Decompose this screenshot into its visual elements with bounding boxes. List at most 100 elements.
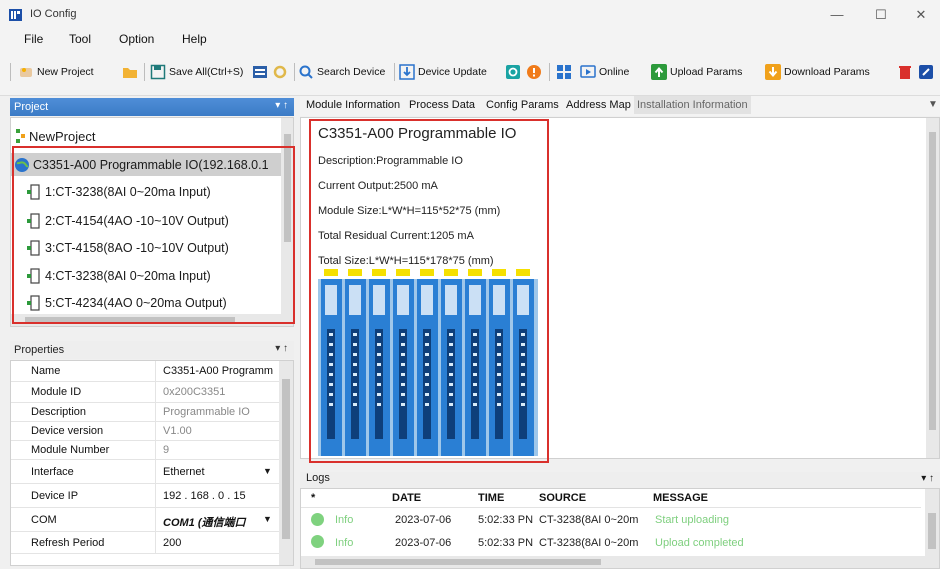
device-update-label: Device Update xyxy=(418,66,487,78)
property-key: Device IP xyxy=(31,490,79,502)
close-button[interactable]: ✕ xyxy=(906,5,936,25)
main-scrollbar-thumb[interactable] xyxy=(929,132,936,430)
log-level: Info xyxy=(335,537,354,549)
online-button[interactable]: Online xyxy=(580,62,629,82)
project-scrollbar-thumb[interactable] xyxy=(284,134,291,242)
property-key: Description xyxy=(31,406,87,418)
property-row[interactable]: Device IP 192 . 168 . 0 . 15 xyxy=(11,484,279,508)
save-all-button[interactable]: Save All(Ctrl+S) xyxy=(150,62,243,82)
new-project-button[interactable]: New Project xyxy=(18,62,94,82)
properties-scrollbar-thumb[interactable] xyxy=(282,379,290,539)
chevron-down-icon[interactable]: ▼ xyxy=(263,466,272,476)
tab-config-params[interactable]: Config Params xyxy=(486,99,559,111)
tree-module-label: 3:CT-4158(8AO -10~10V Output) xyxy=(45,241,229,255)
maximize-button[interactable]: ☐ xyxy=(866,5,896,25)
menu-option[interactable]: Option xyxy=(119,32,154,46)
property-row[interactable]: Refresh Period 200 xyxy=(11,532,279,554)
globe-icon xyxy=(15,157,29,172)
project-hscrollbar-thumb[interactable] xyxy=(25,317,235,323)
logs-panel-pin-icon[interactable]: ▾ ↑ xyxy=(921,473,934,484)
property-key: Interface xyxy=(31,466,74,478)
property-row[interactable]: Device version V1.00 xyxy=(11,422,279,443)
properties-panel-pin-icon[interactable]: ▾ ↑ xyxy=(275,343,288,354)
logs-col-star[interactable]: * xyxy=(311,492,315,504)
title-bar: IO Config — ☐ ✕ xyxy=(0,0,940,30)
search-icon xyxy=(299,65,313,79)
module-icon xyxy=(27,268,40,284)
property-value: 9 xyxy=(163,444,170,456)
log-time: 5:02:33 PN xyxy=(478,514,534,526)
project-hscrollbar[interactable] xyxy=(11,314,281,326)
device-start-button[interactable] xyxy=(505,62,524,82)
toolbar-separator xyxy=(394,63,395,81)
tab-overflow-icon[interactable]: ▼ xyxy=(928,99,938,110)
tree-module-node[interactable]: 3:CT-4158(8AO -10~10V Output) xyxy=(26,240,229,256)
upload-params-button[interactable]: Upload Params xyxy=(651,62,742,82)
tab-process-data[interactable]: Process Data xyxy=(409,99,475,111)
export-button[interactable] xyxy=(918,62,937,82)
device-update-button[interactable]: Device Update xyxy=(399,62,487,82)
tree-device-node[interactable]: C3351-A00 Programmable IO(192.168.0.1 xyxy=(11,153,293,176)
toolbar: New Project Save All(Ctrl+S) Search Devi… xyxy=(0,50,940,96)
tab-module-information[interactable]: Module Information xyxy=(306,99,400,111)
device-list-button[interactable] xyxy=(252,62,271,82)
tab-installation-information[interactable]: Installation Information xyxy=(634,96,751,114)
log-date: 2023-07-06 xyxy=(395,537,452,549)
logs-col-message[interactable]: MESSAGE xyxy=(653,492,708,504)
minimize-button[interactable]: — xyxy=(822,5,852,25)
project-panel-pin-icon[interactable]: ▾ ↑ xyxy=(275,100,288,111)
main-scrollbar[interactable] xyxy=(926,118,939,458)
gear-icon xyxy=(273,65,287,79)
toolbar-separator xyxy=(144,63,145,81)
info-status-icon xyxy=(311,513,324,526)
tab-address-map[interactable]: Address Map xyxy=(566,99,631,111)
search-device-button[interactable]: Search Device xyxy=(298,62,385,82)
com-select[interactable]: COM1 (通信端口 xyxy=(163,514,246,530)
logs-col-time[interactable]: TIME xyxy=(478,492,504,504)
refresh-period-field[interactable]: 200 xyxy=(163,537,181,549)
property-row[interactable]: Module Number 9 xyxy=(11,441,279,462)
menu-help[interactable]: Help xyxy=(182,32,207,46)
property-row[interactable]: Module ID 0x200C3351 xyxy=(11,382,279,403)
app-window: IO Config — ☐ ✕ File Tool Option Help Ne… xyxy=(0,0,940,569)
property-value: V1.00 xyxy=(163,425,192,437)
delete-button[interactable] xyxy=(897,62,916,82)
logs-scrollbar[interactable] xyxy=(925,489,939,568)
new-project-label: New Project xyxy=(37,66,94,78)
project-scrollbar[interactable] xyxy=(281,118,293,326)
tree-module-node[interactable]: 5:CT-4234(4AO 0~20ma Output) xyxy=(26,295,227,311)
menu-tool[interactable]: Tool xyxy=(69,32,91,46)
download-params-button[interactable]: Download Params xyxy=(765,62,870,82)
property-row[interactable]: Interface Ethernet ▼ xyxy=(11,460,279,484)
property-value: 0x200C3351 xyxy=(163,386,226,398)
download-params-label: Download Params xyxy=(784,66,870,78)
menu-file[interactable]: File xyxy=(24,32,43,46)
open-button[interactable] xyxy=(122,62,141,82)
logs-col-source[interactable]: SOURCE xyxy=(539,492,586,504)
logs-col-date[interactable]: DATE xyxy=(392,492,421,504)
tab-strip: Module Information Process Data Config P… xyxy=(300,96,940,116)
chevron-down-icon[interactable]: ▼ xyxy=(263,514,272,524)
logs-hscrollbar[interactable] xyxy=(301,556,925,568)
tree-root-node[interactable]: NewProject xyxy=(15,128,95,144)
property-row[interactable]: Name C3351-A00 Programm xyxy=(11,361,279,382)
online-label: Online xyxy=(599,66,630,78)
settings-button[interactable] xyxy=(272,62,291,82)
log-level: Info xyxy=(335,514,354,526)
property-key: Name xyxy=(31,365,61,377)
property-row[interactable]: Description Programmable IO xyxy=(11,403,279,424)
logs-hscrollbar-thumb[interactable] xyxy=(315,559,601,565)
layout-button[interactable] xyxy=(556,62,575,82)
log-time: 5:02:33 PN xyxy=(478,537,534,549)
tree-module-node[interactable]: 2:CT-4154(4AO -10~10V Output) xyxy=(26,213,229,229)
tree-module-node[interactable]: 1:CT-3238(8AI 0~20ma Input) xyxy=(26,184,211,200)
device-ip-field[interactable]: 192 . 168 . 0 . 15 xyxy=(163,490,246,502)
tree-module-node[interactable]: 4:CT-3238(8AI 0~20ma Input) xyxy=(26,268,211,284)
device-alert-button[interactable] xyxy=(526,62,545,82)
properties-scrollbar[interactable] xyxy=(279,361,293,565)
module-icon xyxy=(27,184,40,200)
tree-module-label: 2:CT-4154(4AO -10~10V Output) xyxy=(45,214,229,228)
logs-scrollbar-thumb[interactable] xyxy=(928,513,936,549)
property-row[interactable]: COM COM1 (通信端口 ▼ xyxy=(11,508,279,532)
interface-select[interactable]: Ethernet xyxy=(163,466,205,478)
